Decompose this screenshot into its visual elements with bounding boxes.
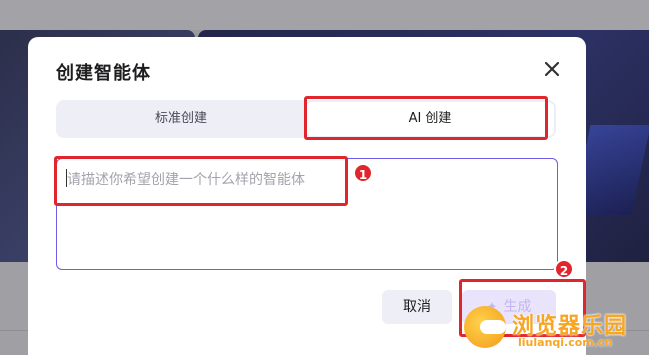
tab-standard-create[interactable]: 标准创建 [56,100,306,138]
annotation-badge-1: 1 [353,163,373,183]
annotation-badge-2: 2 [554,259,574,279]
dialog-title: 创建智能体 [56,63,151,84]
annotation-highlight-input [54,156,348,206]
cancel-button[interactable]: 取消 [382,290,452,324]
watermark: 浏览器乐园 liulanqi.com.cn [456,300,646,354]
watermark-logo-icon [464,306,506,348]
close-icon[interactable] [542,59,562,79]
background-top-bar [0,0,649,30]
watermark-url: liulanqi.com.cn [518,336,613,349]
annotation-highlight-ai-tab [304,96,548,140]
